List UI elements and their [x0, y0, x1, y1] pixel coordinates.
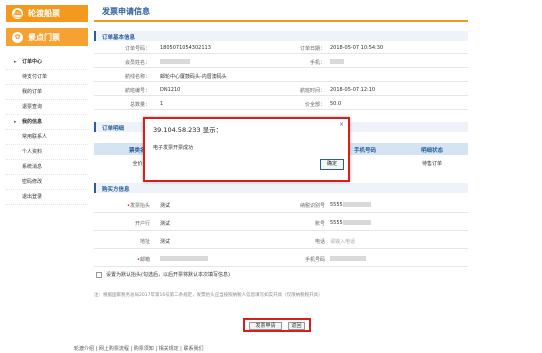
order-no-label: 订单号码： — [124, 46, 150, 52]
invoice-title-input[interactable]: 测试 — [160, 202, 170, 209]
sidebar-item-refund-query[interactable]: 退票查询 — [6, 100, 88, 115]
order-date-value: 2018-05-07 10:54:30 — [330, 45, 384, 51]
phone-label: 手机： — [309, 60, 325, 66]
sidebar-item-contacts[interactable]: 常用联系人 — [6, 130, 88, 145]
action-buttons-highlight: 发票申请 返回 — [243, 318, 311, 332]
buyer-row-4: •邮箱 手机号码 — [94, 250, 468, 267]
sidebar-item-unpaid-orders[interactable]: 待支付订单 — [6, 70, 88, 85]
email-input[interactable] — [160, 256, 208, 262]
ferry-logo-icon: ⛴ — [12, 8, 23, 19]
sidebar-item-profile[interactable]: 个人资料 — [6, 145, 88, 160]
order-date-label: 订单日期： — [299, 46, 325, 52]
route-value: 邮轮中心厦鼓码头-内厝澳码头 — [160, 74, 227, 80]
dialog-title: 39.104.58.233 显示： — [153, 126, 223, 134]
bank-input[interactable]: 测试 — [160, 220, 170, 227]
flight-time-value: 2018-05-07 12:10 — [330, 87, 376, 93]
count-label: 总数量： — [129, 102, 150, 108]
count-value: 1 — [160, 101, 164, 107]
order-row-3: 航线名称： 邮轮中心厦鼓码头-内厝澳码头 — [94, 69, 468, 82]
ferry-ticket-label: 轮渡船票 — [28, 9, 60, 18]
ferry-ticket-nav[interactable]: ⛴ 轮渡船票 — [6, 5, 88, 22]
sidebar-item-password[interactable]: 密码修改 — [6, 175, 88, 190]
alert-dialog: 39.104.58.233 显示： × 电子发票开票成功 确定 — [143, 117, 350, 182]
account-label: 账号 — [314, 221, 325, 227]
order-row-1: 订单号码： 1805071054302113 订单日期： 2018-05-07 … — [94, 41, 468, 54]
apply-invoice-button[interactable]: 发票申请 — [249, 322, 282, 330]
taxid-input[interactable]: 5555 — [330, 202, 371, 208]
sidebar: ⛴ 轮渡船票 ✿ 景点门票 订单中心 待支付订单 我的订单 退票查询 我的信息 … — [0, 0, 94, 353]
order-no-value: 1805071054302113 — [160, 45, 211, 51]
order-row-2: 会员姓名： 手机： — [94, 55, 468, 68]
bank-label: 开户行 — [134, 221, 150, 227]
account-input[interactable]: 5555 — [330, 220, 371, 226]
order-row-4: 航班编号： DN1210 航班时间： 2018-05-07 12:10 — [94, 83, 468, 96]
price-label: 价全部： — [304, 102, 325, 108]
sidebar-item-logout[interactable]: 退出登录 — [6, 190, 88, 205]
dialog-close-icon[interactable]: × — [339, 121, 344, 128]
email-label: •邮箱 — [137, 257, 150, 263]
taxid-label: 纳税识别号 — [299, 203, 325, 209]
back-button[interactable]: 返回 — [288, 322, 305, 330]
attraction-ticket-label: 景点门票 — [28, 32, 60, 42]
mobile-input[interactable] — [330, 256, 366, 262]
attraction-logo-icon: ✿ — [12, 31, 23, 43]
address-input[interactable]: 测试 — [160, 238, 170, 245]
flight-time-label: 航班时间： — [299, 88, 325, 94]
default-title-checkbox[interactable] — [96, 271, 102, 278]
footer-links[interactable]: 轮渡介绍 | 网上购票流程 | 购票须知 | 相关规定 | 联系我们 — [74, 345, 203, 352]
price-value: 50.0 — [330, 101, 342, 107]
mobile-label: 手机号码 — [304, 257, 325, 263]
sidebar-menu: 订单中心 待支付订单 我的订单 退票查询 我的信息 常用联系人 个人资料 系统消… — [6, 55, 88, 205]
phone-value-masked — [330, 59, 344, 65]
buyer-row-3: 地址 测试 电话 请输入电话 — [94, 232, 468, 249]
default-title-checkbox-label: 设置为默认抬头(勾选后，以后开票将默认本次填写信息) — [106, 272, 230, 278]
details-cell-status: 待售订单 — [421, 161, 442, 167]
tel-input[interactable]: 请输入电话 — [330, 238, 355, 245]
route-label: 航线名称： — [124, 74, 150, 80]
dialog-message: 电子发票开票成功 — [153, 145, 194, 151]
address-label: 地址 — [139, 239, 150, 245]
member-value-masked — [160, 59, 190, 65]
buyer-row-1: •发票抬头 测试 纳税识别号 5555 — [94, 196, 468, 213]
order-section-title: 订单基本信息 — [94, 31, 468, 41]
member-label: 会员姓名： — [124, 60, 150, 66]
tax-note: 注：根据国家税务总局2017年第16号第二条规定，发票抬头应当按照纳税人信息填写… — [94, 293, 323, 298]
order-row-5: 总数量： 1 价全部： 50.0 — [94, 97, 468, 110]
details-col-status: 明细状态 — [396, 143, 468, 155]
buyer-row-2: 开户行 测试 账号 5555 — [94, 214, 468, 231]
dialog-ok-button[interactable]: 确定 — [320, 159, 344, 170]
sidebar-item-my-orders[interactable]: 我的订单 — [6, 85, 88, 100]
flight-label: 航班编号： — [124, 88, 150, 94]
buyer-section-title: 购买方信息 — [94, 183, 468, 193]
invoice-title-label: •发票抬头 — [127, 203, 150, 209]
page-title: 发票申请信息 — [94, 0, 468, 22]
default-title-checkbox-row[interactable]: 设置为默认抬头(勾选后，以后开票将默认本次填写信息) — [96, 271, 230, 278]
flight-value: DN1210 — [160, 87, 181, 93]
tel-label: 电话 — [314, 239, 325, 245]
sidebar-item-order-center: 订单中心 — [6, 55, 88, 70]
sidebar-item-my-info: 我的信息 — [6, 115, 88, 130]
attraction-ticket-nav[interactable]: ✿ 景点门票 — [6, 28, 88, 46]
sidebar-item-messages[interactable]: 系统消息 — [6, 160, 88, 175]
